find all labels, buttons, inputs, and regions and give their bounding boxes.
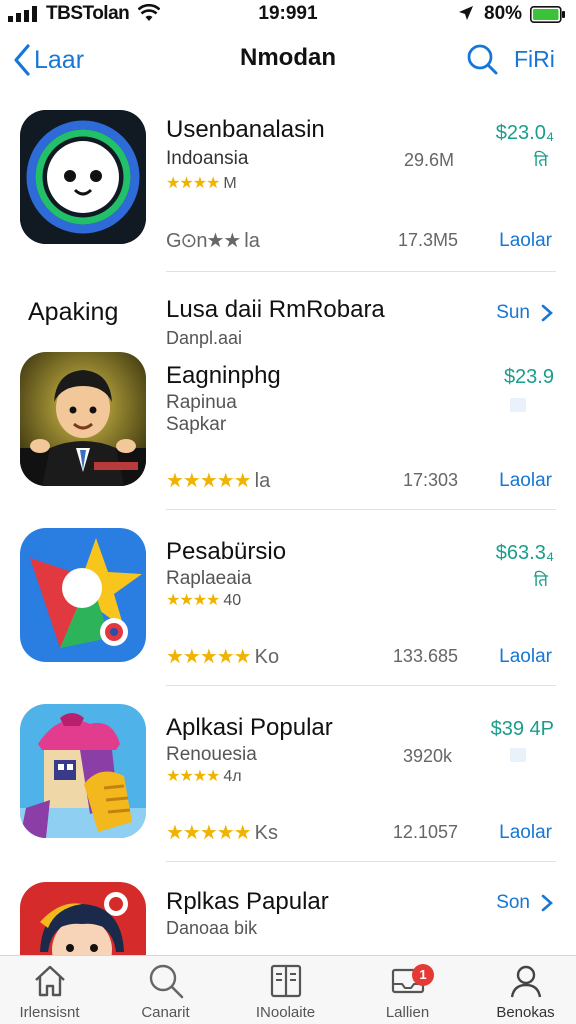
search-icon: [149, 964, 183, 999]
chevron-right-icon: [541, 894, 553, 912]
app-name: Aplkasi Popular: [166, 714, 333, 741]
app-icon: [20, 528, 146, 662]
app-size-top: 3920k: [402, 746, 452, 766]
app-size: 17.3M5: [397, 230, 458, 250]
price-badge: [510, 748, 526, 762]
app-subtitle: Rapinua: [166, 392, 237, 413]
list-item[interactable]: Aplkasi Popular Renouesia ★★★★ 4л 3920k $…: [0, 704, 576, 880]
search-icon[interactable]: [465, 42, 499, 76]
tab-updates[interactable]: Lallien 1: [350, 962, 465, 1021]
ghost-face-icon: [20, 110, 146, 244]
castle-game-icon: [20, 704, 146, 838]
app-name: Pesabürsio: [166, 538, 287, 565]
section-label: Apaking: [28, 298, 119, 326]
bottom-rating: ★★★★★ Ko: [166, 646, 280, 668]
app-subtitle: Indoansia: [166, 148, 249, 169]
tab-today[interactable]: Irlensisnt: [0, 962, 107, 1021]
rating-stars: ★★★★ M: [166, 175, 237, 192]
see-more-link[interactable]: Sun: [496, 302, 554, 324]
house-icon: [34, 965, 65, 997]
tab-label: Benokas: [496, 1004, 555, 1021]
open-link[interactable]: Son: [496, 892, 554, 914]
list-item[interactable]: Eagninphg Rapinua Sapkar $23.9 ★★★★★ la 1…: [0, 352, 576, 528]
app-subtitle: Danoaa bik: [166, 918, 258, 938]
list-item[interactable]: Pesabürsio Raplaeaia ★★★★ 40 $63.3₄ ति ★★…: [0, 528, 576, 704]
price-badge: [510, 398, 526, 412]
tab-label: Lallien: [385, 1004, 430, 1021]
app-size: 12.1057: [392, 822, 458, 842]
app-size: 17:303: [402, 470, 458, 490]
tab-label: Canarit: [141, 1004, 190, 1021]
tab-library[interactable]: INoolaite: [228, 962, 343, 1021]
battery-icon: [530, 6, 565, 23]
price: $23.9: [503, 366, 554, 388]
bottom-rating: ★★★★★ la: [166, 470, 271, 492]
navigation-bar: Laar Nmodan FiRi: [0, 32, 576, 88]
chevron-right-icon: [541, 304, 553, 322]
app-subtitle: Raplaeaia: [166, 568, 252, 589]
get-button[interactable]: Laolar: [499, 822, 552, 844]
price: $23.0₄: [495, 122, 554, 144]
get-button[interactable]: Laolar: [499, 230, 552, 252]
app-size-top: 29.6M: [403, 150, 454, 170]
list-item[interactable]: Rplkas Papular Danoaa bik Son: [0, 880, 576, 960]
app-icon: [20, 110, 146, 244]
section-subtitle: Danpl.aai: [166, 328, 243, 348]
man-portrait-icon: [20, 352, 146, 486]
app-name: Usenbanalasin: [166, 116, 325, 143]
get-button[interactable]: Laolar: [499, 470, 552, 492]
app-size: 133.685: [392, 646, 458, 666]
divider: [166, 509, 556, 510]
app-subtitle-2: Sapkar: [166, 414, 227, 435]
tab-label: Irlensisnt: [19, 1004, 80, 1021]
book-icon: [270, 964, 301, 998]
get-button[interactable]: Laolar: [499, 646, 552, 668]
bottom-rating: G⊙n★★ la: [166, 230, 260, 252]
price: $63.3₄: [495, 542, 554, 564]
list-item[interactable]: Usenbanalasin Indoansia ★★★★ M 29.6M $23.…: [0, 96, 576, 272]
price-sub: ति: [533, 151, 548, 170]
tab-account[interactable]: Benokas: [468, 962, 576, 1021]
app-icon: [20, 882, 146, 960]
app-icon: [20, 704, 146, 838]
tab-bar: Irlensisnt Canarit INoolaite Lallien 1 B…: [0, 955, 576, 1024]
filter-button[interactable]: FiRi: [514, 46, 555, 73]
app-icon: [20, 352, 146, 486]
battery-percent: 80%: [484, 3, 523, 24]
notification-badge: 1: [412, 964, 434, 986]
tab-search[interactable]: Canarit: [108, 962, 223, 1021]
divider: [166, 685, 556, 686]
price-sub: ति: [533, 571, 548, 590]
section-row[interactable]: Apaking Lusa daii RmRobara Danpl.aai Sun: [0, 272, 576, 352]
status-bar: TBSTolan 19:991 80%: [0, 0, 576, 30]
section-name: Lusa daii RmRobara: [166, 296, 385, 323]
divider: [166, 861, 556, 862]
app-name: Rplkas Papular: [166, 888, 329, 915]
tab-label: INoolaite: [255, 1004, 316, 1021]
rating-stars: ★★★★ 40: [166, 592, 242, 609]
app-subtitle: Renouesia: [166, 744, 257, 765]
girl-portrait-icon: [20, 882, 146, 960]
app-name: Eagninphg: [166, 362, 281, 389]
rating-stars: ★★★★ 4л: [166, 768, 242, 785]
pin-star-icon: [20, 528, 146, 662]
person-icon: [510, 965, 541, 998]
bottom-rating: ★★★★★ Ks: [166, 822, 278, 844]
price: $39 4P: [490, 718, 554, 740]
app-list: Usenbanalasin Indoansia ★★★★ M 29.6M $23.…: [0, 96, 576, 960]
location-icon: [459, 6, 473, 20]
